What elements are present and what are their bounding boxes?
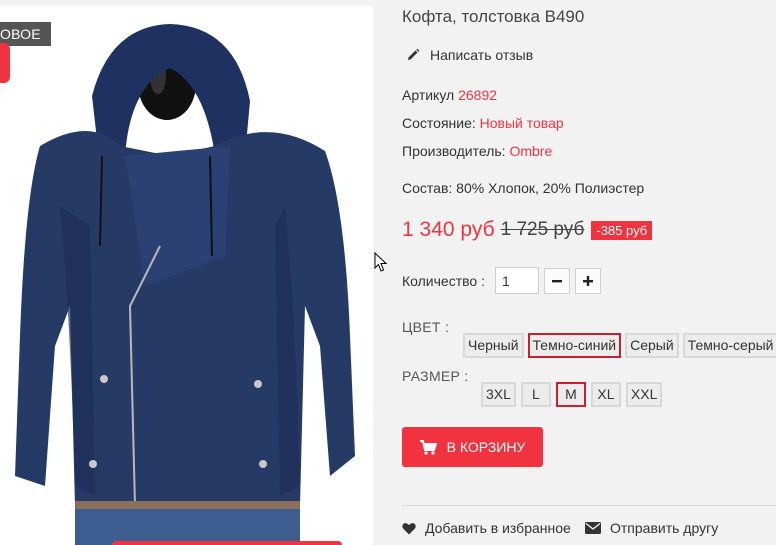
size-option-xl[interactable]: XL <box>590 382 621 407</box>
shopping-cart-icon <box>419 439 437 455</box>
plus-icon <box>582 275 593 286</box>
current-price: 1 340 руб <box>402 218 495 241</box>
send-to-friend-label: Отправить другу <box>610 520 719 536</box>
write-review-label: Написать отзыв <box>430 47 534 63</box>
color-label: ЦВЕТ : <box>402 319 450 335</box>
manufacturer-row: Производитель: Ombre <box>402 143 552 159</box>
heart-icon <box>402 522 416 534</box>
add-to-cart-button[interactable]: В КОРЗИНУ <box>402 427 543 467</box>
size-option-l[interactable]: L <box>520 382 551 407</box>
quantity-input[interactable] <box>494 267 539 294</box>
manufacturer-link[interactable]: Ombre <box>509 143 552 159</box>
envelope-icon <box>585 522 601 534</box>
sale-badge <box>0 43 10 83</box>
old-price: 1 725 руб <box>500 219 585 240</box>
add-to-favorites-link[interactable]: Добавить в избранное <box>402 520 571 536</box>
color-option-dark-blue[interactable]: Темно-синий <box>527 333 622 358</box>
sku-label: Артикул <box>402 87 455 103</box>
product-image-panel[interactable]: ОВОЕ <box>0 6 373 545</box>
product-photo[interactable] <box>0 6 373 545</box>
price-block: 1 340 руб 1 725 руб -385 руб <box>402 218 653 242</box>
size-option-m[interactable]: M <box>555 382 586 407</box>
color-option-dark-gray[interactable]: Темно-серый <box>682 333 776 358</box>
pencil-icon <box>408 48 420 60</box>
image-bottom-strip <box>112 541 342 545</box>
condition-value: Новый товар <box>479 115 564 131</box>
quantity-decrease-button[interactable] <box>543 267 570 294</box>
size-option-xxl[interactable]: XXL <box>625 382 663 407</box>
add-to-cart-label: В КОРЗИНУ <box>446 439 526 455</box>
minus-icon <box>551 279 562 282</box>
add-to-favorites-label: Добавить в избранное <box>425 520 571 536</box>
sku-value: 26892 <box>458 87 498 103</box>
new-badge: ОВОЕ <box>0 22 51 46</box>
send-to-friend-link[interactable]: Отправить другу <box>585 520 718 536</box>
mouse-cursor-icon <box>374 252 388 272</box>
color-option-black[interactable]: Черный <box>463 333 524 358</box>
sku-row: Артикул 26892 <box>402 87 497 103</box>
product-title: Кофта, толстовка B490 <box>402 7 585 26</box>
size-option-3xl[interactable]: 3XL <box>481 382 516 407</box>
size-label: РАЗМЕР : <box>402 368 469 384</box>
discount-badge: -385 руб <box>591 220 653 240</box>
size-options: 3XL L M XL XXL <box>481 382 663 407</box>
write-review-link[interactable]: Написать отзыв <box>406 47 533 63</box>
quantity-increase-button[interactable] <box>574 267 601 294</box>
divider <box>402 505 776 506</box>
quantity-stepper: Количество : <box>402 267 601 294</box>
color-options: Черный Темно-синий Серый Темно-серый <box>463 333 776 358</box>
composition: Состав: 80% Хлопок, 20% Полиэстер <box>402 180 645 196</box>
manufacturer-label: Производитель: <box>402 143 506 159</box>
color-option-gray[interactable]: Серый <box>625 333 679 358</box>
condition-row: Состояние: Новый товар <box>402 115 564 131</box>
condition-label: Состояние: <box>402 115 476 131</box>
quantity-label: Количество : <box>402 272 485 289</box>
